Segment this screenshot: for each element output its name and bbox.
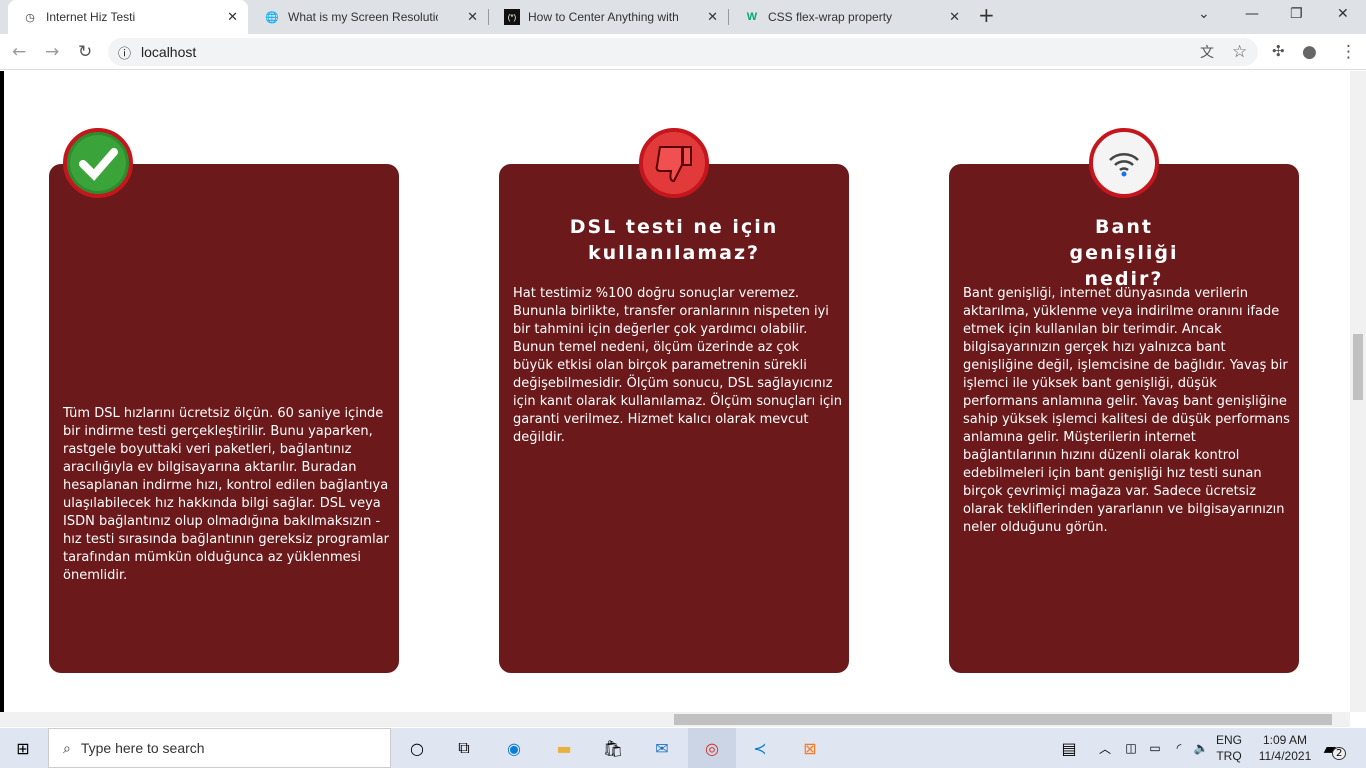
tab-screen-resolution[interactable]: 🌐What is my Screen Resolution: Fin✕ (250, 0, 488, 34)
cortana-icon[interactable]: ○ (404, 736, 430, 760)
close-window-button[interactable]: ✕ (1337, 6, 1349, 22)
clock[interactable]: 1:09 AM 11/4/2021 (1254, 732, 1316, 764)
close-tab-icon[interactable]: ✕ (707, 9, 718, 25)
globe-icon: 🌐 (265, 11, 279, 24)
extensions-icon[interactable]: ✣ (1272, 42, 1285, 60)
css-tricks-icon: (*) (504, 9, 520, 25)
menu-icon[interactable]: ⋮ (1340, 42, 1357, 62)
close-tab-icon[interactable]: ✕ (949, 9, 960, 25)
back-button[interactable]: ← (12, 42, 26, 62)
profile-avatar[interactable]: ● (1302, 42, 1317, 62)
minimize-button[interactable]: — (1245, 6, 1259, 22)
address-bar[interactable]: ⓘ localhost (108, 38, 1258, 66)
chrome-icon[interactable]: ◎ (688, 728, 736, 768)
thumbs-down-icon (639, 128, 709, 198)
card-title: Bant genişliği nedir? (1069, 216, 1179, 290)
forward-button[interactable]: → (45, 42, 59, 62)
file-explorer-icon[interactable]: ▬ (551, 736, 577, 760)
page-content: Tüm DSL hızlarını ücretsiz ölçün. 60 san… (0, 71, 1350, 712)
card-bandwidth: Bant genişliği nedir? Bant genişliği, in… (949, 128, 1299, 673)
meet-icon[interactable]: ◫ (1118, 736, 1144, 760)
vertical-scrollbar[interactable] (1350, 71, 1366, 712)
language-indicator[interactable]: ENG TRQ (1216, 732, 1242, 764)
browser-toolbar: ← → ↻ ⓘ localhost 文 ☆ ✣ ● ⋮ (0, 34, 1366, 70)
mail-icon[interactable]: ✉ (649, 736, 675, 760)
tab-search-icon[interactable]: ⌄ (1198, 6, 1210, 22)
tab-internet-hiz-testi[interactable]: ◷ Internet Hiz Testi ✕ (8, 0, 248, 34)
edge-icon[interactable]: ◉ (501, 736, 527, 760)
notifications-icon[interactable]: ▰ 2 (1322, 736, 1348, 760)
checkmark-icon (63, 128, 133, 198)
info-icon: ⓘ (118, 45, 132, 61)
tab-center-css[interactable]: (*)How to Center Anything with CSS✕ (490, 0, 728, 34)
taskbar: ⊞ ⌕ Type here to search ○ ⧉ ◉ ▬ 🛍 ✉ ◎ ≺ … (0, 728, 1366, 768)
chevron-up-icon[interactable]: ︿ (1092, 736, 1118, 760)
card-dsl-test: Tüm DSL hızlarını ücretsiz ölçün. 60 san… (49, 128, 399, 673)
task-view-icon[interactable]: ⧉ (451, 736, 477, 760)
tab-flex-wrap[interactable]: W CSS flex-wrap property ✕ (730, 0, 970, 34)
reload-button[interactable]: ↻ (78, 42, 92, 62)
horizontal-scrollbar[interactable] (0, 712, 1350, 727)
bookmark-star-icon[interactable]: ☆ (1232, 42, 1247, 62)
windows-start-icon[interactable]: ⊞ (10, 736, 36, 760)
battery-icon[interactable]: ▭ (1142, 736, 1168, 760)
close-tab-icon[interactable]: ✕ (467, 9, 478, 25)
card-dsl-limits: DSL testi ne için kullanılamaz? Hat test… (499, 128, 849, 673)
w3schools-icon: W (746, 11, 758, 23)
vscode-icon[interactable]: ≺ (747, 736, 773, 760)
store-icon[interactable]: 🛍 (600, 736, 626, 760)
new-tab-button[interactable]: + (978, 3, 995, 27)
tab-bar: ◷ Internet Hiz Testi ✕ 🌐 What is my Screen … (0, 0, 1366, 34)
maximize-button[interactable]: ❐ (1290, 6, 1303, 22)
translate-icon[interactable]: 文 (1200, 42, 1214, 62)
wifi-icon (1089, 128, 1159, 198)
xampp-icon[interactable]: ⊠ (797, 736, 823, 760)
card-title: DSL testi ne için kullanılamaz? (569, 216, 779, 264)
news-widget-icon[interactable]: ▤ (1056, 736, 1082, 760)
taskbar-search[interactable]: ⌕ Type here to search (48, 728, 391, 768)
close-tab-icon[interactable]: ✕ (227, 9, 238, 25)
clock-icon: ◷ (25, 11, 35, 24)
volume-icon[interactable]: 🔈 (1188, 736, 1214, 760)
search-icon: ⌕ (63, 739, 71, 756)
